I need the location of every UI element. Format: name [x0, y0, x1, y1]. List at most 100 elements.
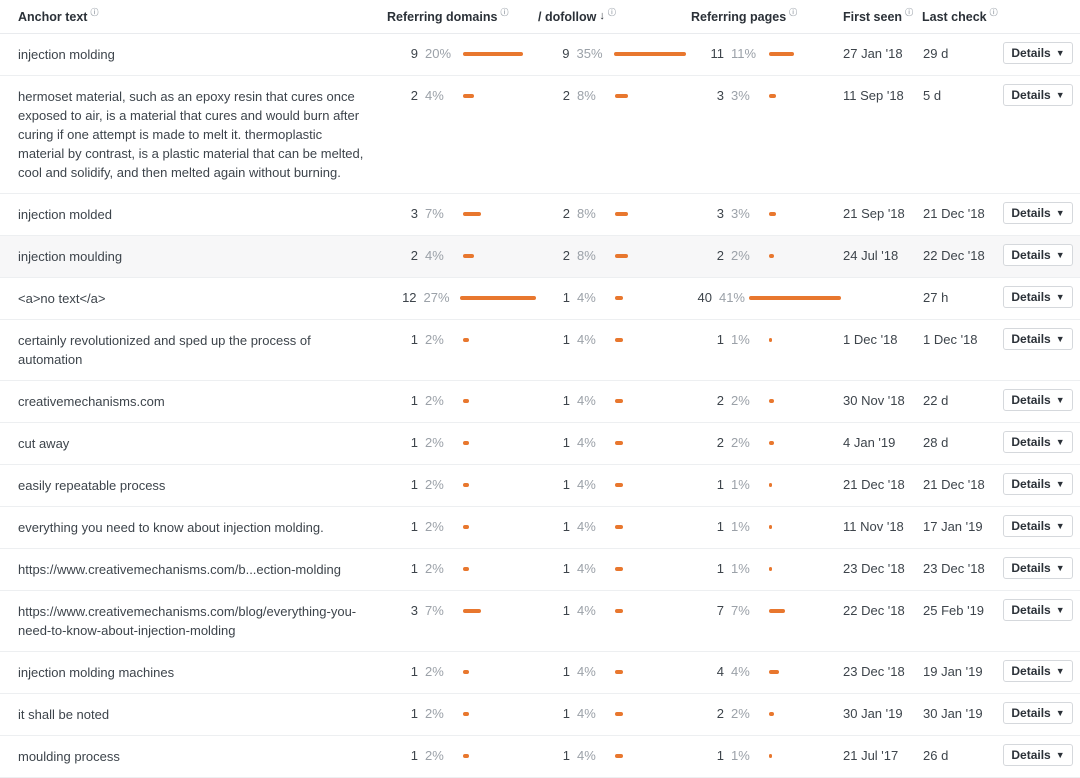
referring-domains-bar-track — [459, 712, 469, 716]
table-row[interactable]: injection molding 9 20% 9 35% 11 11% 27 Jan '18… — [0, 33, 1080, 76]
details-button[interactable]: Details ▼ — [1003, 515, 1073, 537]
first-seen-cell: 4 Jan '19 — [841, 422, 919, 465]
referring-domains-percent: 4% — [425, 88, 444, 103]
referring-pages-count: 40 — [697, 290, 712, 305]
details-button[interactable]: Details ▼ — [1003, 202, 1073, 224]
first-seen-cell: 24 Jul '18 — [841, 235, 919, 278]
details-button[interactable]: Details ▼ — [1003, 660, 1073, 682]
referring-pages-percent: 3% — [731, 206, 750, 221]
details-button[interactable]: Details ▼ — [1003, 702, 1073, 724]
referring-pages-metric: 7 7% — [686, 591, 841, 631]
table-row[interactable]: certainly revolutionized and sped up the… — [0, 319, 1080, 381]
dofollow-bar — [614, 52, 686, 56]
dofollow-percent: 4% — [577, 519, 596, 534]
dofollow-percent: 4% — [577, 706, 596, 721]
last-check-value: 19 Jan '19 — [923, 664, 983, 679]
details-button-label: Details — [1011, 603, 1051, 617]
dofollow-count: 1 — [562, 603, 570, 618]
column-header-last-check[interactable]: Last check ⓘ — [919, 0, 999, 34]
info-icon[interactable]: ⓘ — [905, 8, 913, 17]
referring-domains-bar — [463, 399, 469, 403]
referring-pages-bar-track — [765, 670, 779, 674]
dofollow-cell: 9 35% — [536, 33, 686, 76]
details-button[interactable]: Details ▼ — [1003, 389, 1073, 411]
column-header-dofollow[interactable]: / dofollow ↓ ⓘ — [536, 0, 686, 34]
table-row[interactable]: injection molding machines 1 2% 1 4% 4 4% 23 De… — [0, 651, 1080, 694]
referring-pages-bar — [769, 483, 772, 487]
details-button[interactable]: Details ▼ — [1003, 42, 1073, 64]
details-button[interactable]: Details ▼ — [1003, 599, 1073, 621]
referring-domains-percent: 4% — [425, 248, 444, 263]
table-row[interactable]: everything you need to know about inject… — [0, 506, 1080, 549]
referring-pages-bar-track — [765, 754, 772, 758]
table-row[interactable]: cut away 1 2% 1 4% 2 2% 4 Jan '19 28 d Details ▼ — [0, 422, 1080, 465]
first-seen-cell: 30 Nov '18 — [841, 380, 919, 423]
first-seen-value: 21 Sep '18 — [843, 206, 905, 221]
details-button[interactable]: Details ▼ — [1003, 286, 1073, 308]
column-header-referring-domains[interactable]: Referring domains ⓘ — [386, 0, 536, 34]
referring-domains-metric: 12 27% — [386, 278, 536, 318]
first-seen-value: 30 Nov '18 — [843, 393, 905, 408]
table-row[interactable]: https://www.creativemechanisms.com/b...e… — [0, 548, 1080, 591]
referring-domains-count: 1 — [410, 664, 418, 679]
info-icon[interactable]: ⓘ — [500, 8, 508, 17]
column-header-anchor-text[interactable]: Anchor text ⓘ — [0, 0, 386, 34]
details-button[interactable]: Details ▼ — [1003, 431, 1073, 453]
column-header-first-seen[interactable]: First seen ⓘ — [841, 0, 919, 34]
details-button[interactable]: Details ▼ — [1003, 244, 1073, 266]
dofollow-metric: 1 4% — [536, 652, 686, 692]
anchor-text-cell: injection molded — [0, 193, 386, 236]
dofollow-bar-track — [611, 525, 623, 529]
details-button[interactable]: Details ▼ — [1003, 84, 1073, 106]
info-icon[interactable]: ⓘ — [990, 8, 998, 17]
info-icon[interactable]: ⓘ — [608, 8, 616, 17]
anchor-text-cell: it shall be noted — [0, 693, 386, 736]
first-seen-value: 23 Dec '18 — [843, 561, 905, 576]
column-header-referring-pages[interactable]: Referring pages ⓘ — [686, 0, 841, 34]
anchor-text-cell: certainly revolutionized and sped up the… — [0, 319, 386, 381]
table-row[interactable]: moulding process 1 2% 1 4% 1 1% 21 Jul '17 26 d D… — [0, 735, 1080, 778]
backlinks-table: Anchor text ⓘ Referring domains ⓘ / dofo… — [0, 0, 1080, 778]
referring-pages-percent: 1% — [731, 477, 750, 492]
table-row[interactable]: injection moulding 2 4% 2 8% 2 2% 24 Jul '18 22 … — [0, 235, 1080, 278]
referring-pages-count: 2 — [716, 435, 724, 450]
referring-domains-cell: 1 2% — [386, 693, 536, 736]
dofollow-bar — [615, 670, 623, 674]
last-check-value: 5 d — [923, 88, 942, 103]
anchor-text-value: cut away — [18, 436, 70, 451]
table-row[interactable]: it shall be noted 1 2% 1 4% 2 2% 30 Jan '19 30 J… — [0, 693, 1080, 736]
referring-pages-count: 11 — [710, 46, 725, 61]
dofollow-metric: 1 4% — [536, 423, 686, 463]
table-row[interactable]: hermoset material, such as an epoxy resi… — [0, 75, 1080, 194]
referring-domains-bar-track — [459, 609, 481, 613]
table-row[interactable]: injection molded 3 7% 2 8% 3 3% 21 Sep '18 21 De… — [0, 193, 1080, 236]
dofollow-bar-track — [611, 254, 628, 258]
referring-domains-percent: 7% — [425, 603, 444, 618]
anchor-text-cell: moulding process — [0, 735, 386, 778]
dofollow-count: 1 — [562, 435, 570, 450]
details-button[interactable]: Details ▼ — [1003, 744, 1073, 766]
anchor-text-cell: everything you need to know about inject… — [0, 506, 386, 549]
chevron-down-icon: ▼ — [1055, 436, 1065, 447]
info-icon[interactable]: ⓘ — [90, 8, 98, 17]
last-check-value: 27 h — [923, 290, 949, 305]
anchor-text-value: injection molded — [18, 207, 112, 222]
sort-descending-icon[interactable]: ↓ — [599, 10, 605, 22]
info-icon[interactable]: ⓘ — [789, 8, 797, 17]
referring-domains-percent: 2% — [425, 519, 444, 534]
referring-pages-cell: 1 1% — [686, 506, 841, 549]
details-cell: Details ▼ — [999, 651, 1080, 694]
referring-pages-bar — [769, 567, 772, 571]
details-button[interactable]: Details ▼ — [1003, 328, 1073, 350]
details-button[interactable]: Details ▼ — [1003, 473, 1073, 495]
dofollow-cell: 1 4% — [536, 319, 686, 381]
dofollow-count: 1 — [562, 332, 570, 347]
details-button[interactable]: Details ▼ — [1003, 557, 1073, 579]
table-row[interactable]: creativemechanisms.com 1 2% 1 4% 2 2% 30 Nov '1… — [0, 380, 1080, 423]
table-row[interactable]: easily repeatable process 1 2% 1 4% 1 1% 21 Dec… — [0, 464, 1080, 507]
referring-pages-cell: 40 41% — [686, 277, 841, 320]
referring-domains-count: 12 — [402, 290, 417, 305]
referring-pages-bar-track — [765, 525, 772, 529]
dofollow-bar-track — [611, 712, 623, 716]
table-row[interactable]: <a>no text</a> 12 27% 1 4% 40 41% 27 h Details ▼ — [0, 277, 1080, 320]
